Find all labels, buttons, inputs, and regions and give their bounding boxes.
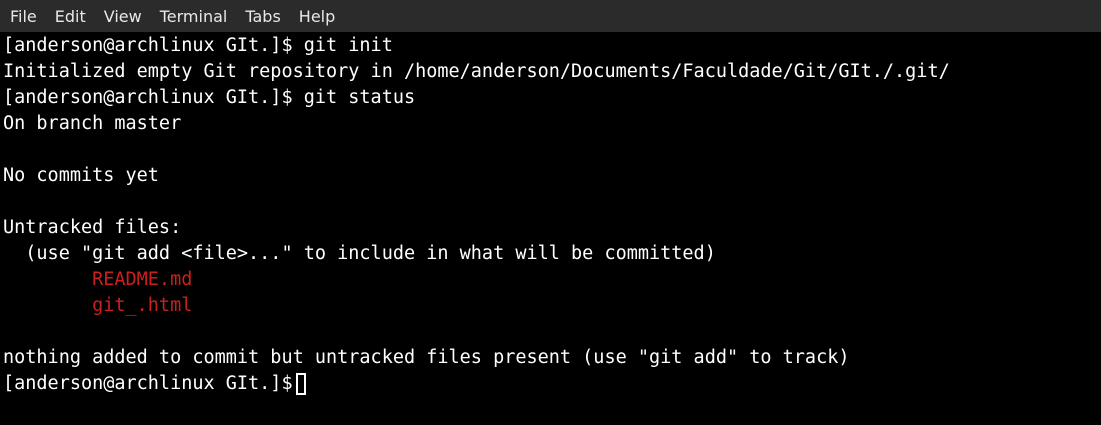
- menu-edit[interactable]: Edit: [46, 0, 95, 32]
- menu-help[interactable]: Help: [290, 0, 344, 32]
- terminal-line-git-status: [anderson@archlinux GIt.]$ git status: [3, 87, 416, 108]
- untracked-file-readme: README.md: [3, 269, 193, 290]
- terminal-line-no-commits: No commits yet: [3, 165, 159, 186]
- menu-view[interactable]: View: [95, 0, 151, 32]
- terminal-line-git-init: [anderson@archlinux GIt.]$ git init: [3, 35, 393, 56]
- menu-tabs[interactable]: Tabs: [236, 0, 289, 32]
- terminal-window: File Edit View Terminal Tabs Help [ander…: [0, 0, 1101, 425]
- terminal-cursor: [295, 373, 306, 395]
- terminal-line-untracked-hint: (use "git add <file>..." to include in w…: [3, 243, 716, 264]
- menu-file[interactable]: File: [1, 0, 46, 32]
- terminal-prompt: [anderson@archlinux GIt.]$: [3, 373, 293, 394]
- terminal-line-untracked-header: Untracked files:: [3, 217, 182, 238]
- terminal-prompt-line[interactable]: [anderson@archlinux GIt.]$: [3, 371, 1101, 397]
- terminal-output[interactable]: [anderson@archlinux GIt.]$ git init Init…: [0, 33, 1101, 425]
- menu-terminal[interactable]: Terminal: [151, 0, 237, 32]
- terminal-line-initialized: Initialized empty Git repository in /hom…: [3, 61, 950, 82]
- untracked-file-git-html: git_.html: [3, 295, 193, 316]
- menu-bar: File Edit View Terminal Tabs Help: [0, 0, 1101, 32]
- terminal-line-nothing-added: nothing added to commit but untracked fi…: [3, 347, 850, 368]
- terminal-line-branch: On branch master: [3, 113, 182, 134]
